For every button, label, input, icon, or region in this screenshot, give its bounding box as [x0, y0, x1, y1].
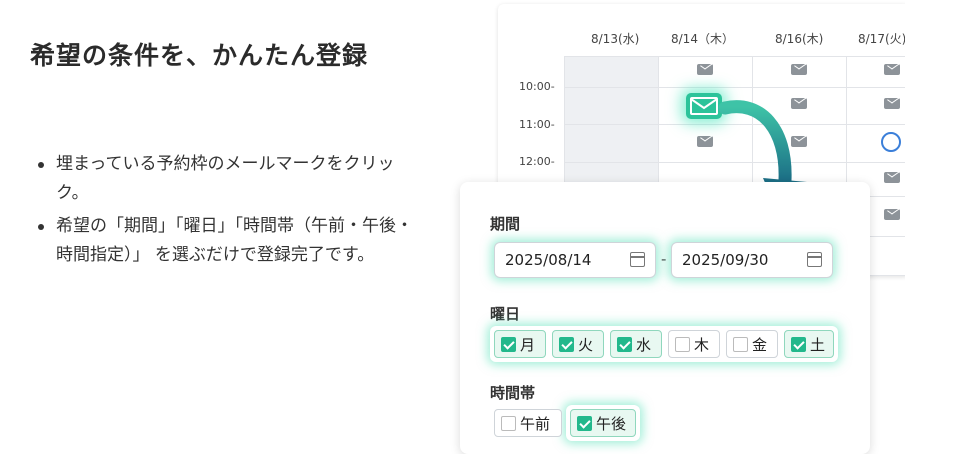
mail-icon[interactable]: [884, 64, 900, 75]
calendar-date-header: 8/14（木）: [671, 32, 734, 46]
mail-icon[interactable]: [884, 98, 900, 109]
instruction-item: 埋まっている予約枠のメールマークをクリック。: [34, 150, 414, 208]
end-date-input[interactable]: 2025/09/30: [671, 242, 833, 278]
time-label: 12:00-: [519, 155, 555, 168]
mail-icon[interactable]: [884, 172, 900, 183]
timeslot-label: 時間帯: [490, 384, 536, 402]
timeslot-checkbox-pm[interactable]: 午後: [570, 409, 636, 437]
calendar-icon[interactable]: [630, 252, 645, 267]
headline: 希望の条件を、かんたん登録: [30, 41, 369, 70]
weekday-checkbox-thu[interactable]: 木: [668, 330, 720, 358]
calendar-date-header: 8/17(火): [858, 32, 907, 46]
mail-icon[interactable]: [884, 209, 900, 220]
weekday-checkbox-mon[interactable]: 月: [494, 330, 546, 358]
weekday-checkbox-sat[interactable]: 土: [784, 330, 834, 358]
mail-icon[interactable]: [697, 64, 713, 75]
unavailable-column: [564, 56, 658, 186]
instruction-list: 埋まっている予約枠のメールマークをクリック。 希望の「期間」「曜日」「時間帯（午…: [34, 150, 414, 274]
date-range-separator: -: [661, 250, 667, 268]
end-date-value: 2025/09/30: [682, 251, 769, 269]
calendar-icon[interactable]: [807, 252, 822, 267]
start-date-input[interactable]: 2025/08/14: [494, 242, 656, 278]
instruction-item: 希望の「期間」「曜日」「時間帯（午前・午後・時間指定）」 を選ぶだけで登録完了で…: [34, 212, 414, 270]
time-label: 10:00-: [519, 80, 555, 93]
available-circle-icon[interactable]: [881, 132, 901, 152]
mail-icon[interactable]: [791, 64, 807, 75]
weekday-checkbox-wed[interactable]: 水: [610, 330, 662, 358]
weekday-checkbox-fri[interactable]: 金: [726, 330, 778, 358]
time-label: 11:00-: [519, 118, 555, 131]
timeslot-checkbox-am[interactable]: 午前: [494, 409, 562, 437]
weekday-checkbox-tue[interactable]: 火: [552, 330, 604, 358]
weekday-label: 曜日: [490, 305, 521, 323]
mail-icon[interactable]: [697, 136, 713, 147]
calendar-date-header: 8/13(水): [591, 32, 640, 46]
period-label: 期間: [490, 215, 521, 233]
start-date-value: 2025/08/14: [505, 251, 592, 269]
calendar-date-header: 8/16(木): [775, 32, 824, 46]
